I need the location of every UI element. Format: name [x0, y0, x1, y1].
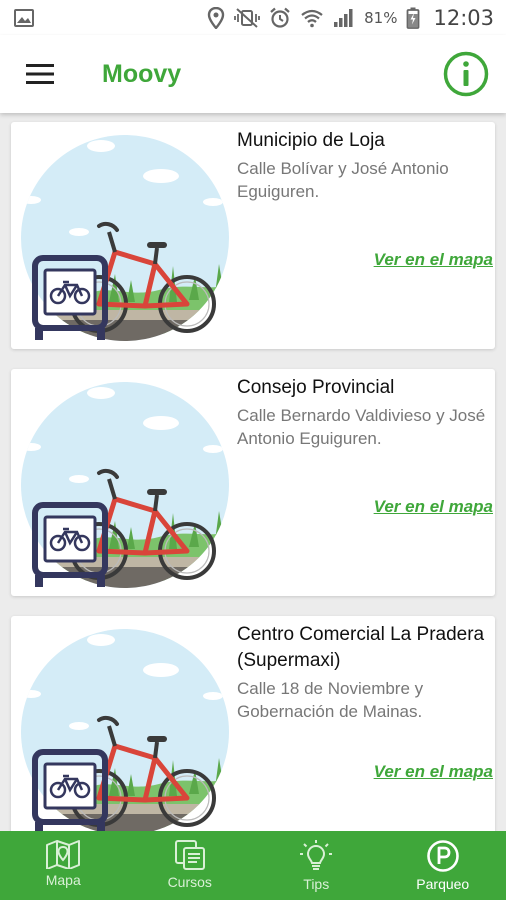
parking-address: Calle Bernardo Valdivieso y José Antonio…: [237, 406, 486, 448]
parking-card[interactable]: Municipio de Loja Calle Bolívar y José A…: [11, 122, 495, 349]
nav-label-cursos: Cursos: [167, 874, 212, 890]
lightbulb-icon: [300, 840, 333, 870]
nav-item-parqueo[interactable]: Parqueo: [380, 831, 506, 900]
alarm-icon: [270, 7, 290, 28]
parking-address: Calle Bolívar y José Antonio Eguiguren.: [237, 159, 449, 201]
status-time: 12:03: [433, 5, 494, 30]
view-on-map-link[interactable]: Ver en el mapa: [374, 497, 493, 517]
nav-item-tips[interactable]: Tips: [253, 831, 380, 900]
app-bar: Moovy: [0, 35, 506, 113]
parking-list: Municipio de Loja Calle Bolívar y José A…: [0, 113, 506, 831]
bike-parking-illustration: [19, 381, 231, 589]
signal-icon: [334, 8, 353, 27]
vibrate-muted-icon: [234, 7, 261, 28]
gallery-notification-icon: [14, 8, 34, 27]
parking-card[interactable]: Centro Comercial La Pradera (Supermaxi) …: [11, 616, 495, 831]
view-on-map-link[interactable]: Ver en el mapa: [374, 762, 493, 782]
parking-icon: [426, 840, 459, 872]
battery-charging-icon: [407, 7, 420, 29]
wifi-icon: [301, 9, 323, 27]
nav-label-parqueo: Parqueo: [416, 876, 470, 892]
status-bar: 81% 12:03: [0, 0, 506, 35]
courses-icon: [174, 840, 205, 870]
map-icon: [46, 840, 81, 869]
parking-name: Municipio de Loja: [237, 130, 385, 151]
battery-percentage: 81%: [364, 8, 398, 27]
parking-info: Centro Comercial La Pradera (Supermaxi) …: [237, 622, 489, 723]
parking-card[interactable]: Consejo Provincial Calle Bernardo Valdiv…: [11, 369, 495, 596]
parking-info: Consejo Provincial Calle Bernardo Valdiv…: [237, 375, 489, 450]
parking-address: Calle 18 de Noviembre y Gobernación de M…: [237, 679, 424, 721]
nav-item-cursos[interactable]: Cursos: [127, 831, 254, 900]
bike-parking-illustration: [19, 134, 231, 342]
menu-button[interactable]: [10, 44, 70, 104]
parking-info: Municipio de Loja Calle Bolívar y José A…: [237, 128, 489, 203]
nav-label-mapa: Mapa: [45, 872, 81, 888]
bottom-navigation: Mapa Cursos Tips Parqueo: [0, 831, 506, 900]
hamburger-icon: [26, 64, 54, 84]
parking-name: Consejo Provincial: [237, 377, 395, 398]
nav-item-mapa[interactable]: Mapa: [0, 831, 127, 900]
app-title: Moovy: [102, 59, 182, 88]
location-icon: [207, 6, 225, 29]
view-on-map-link[interactable]: Ver en el mapa: [374, 250, 493, 270]
parking-name: Centro Comercial La Pradera (Supermaxi): [237, 624, 485, 671]
nav-label-tips: Tips: [303, 876, 330, 892]
bike-parking-illustration: [19, 628, 231, 831]
info-button[interactable]: [440, 48, 492, 100]
info-icon: [443, 51, 489, 97]
